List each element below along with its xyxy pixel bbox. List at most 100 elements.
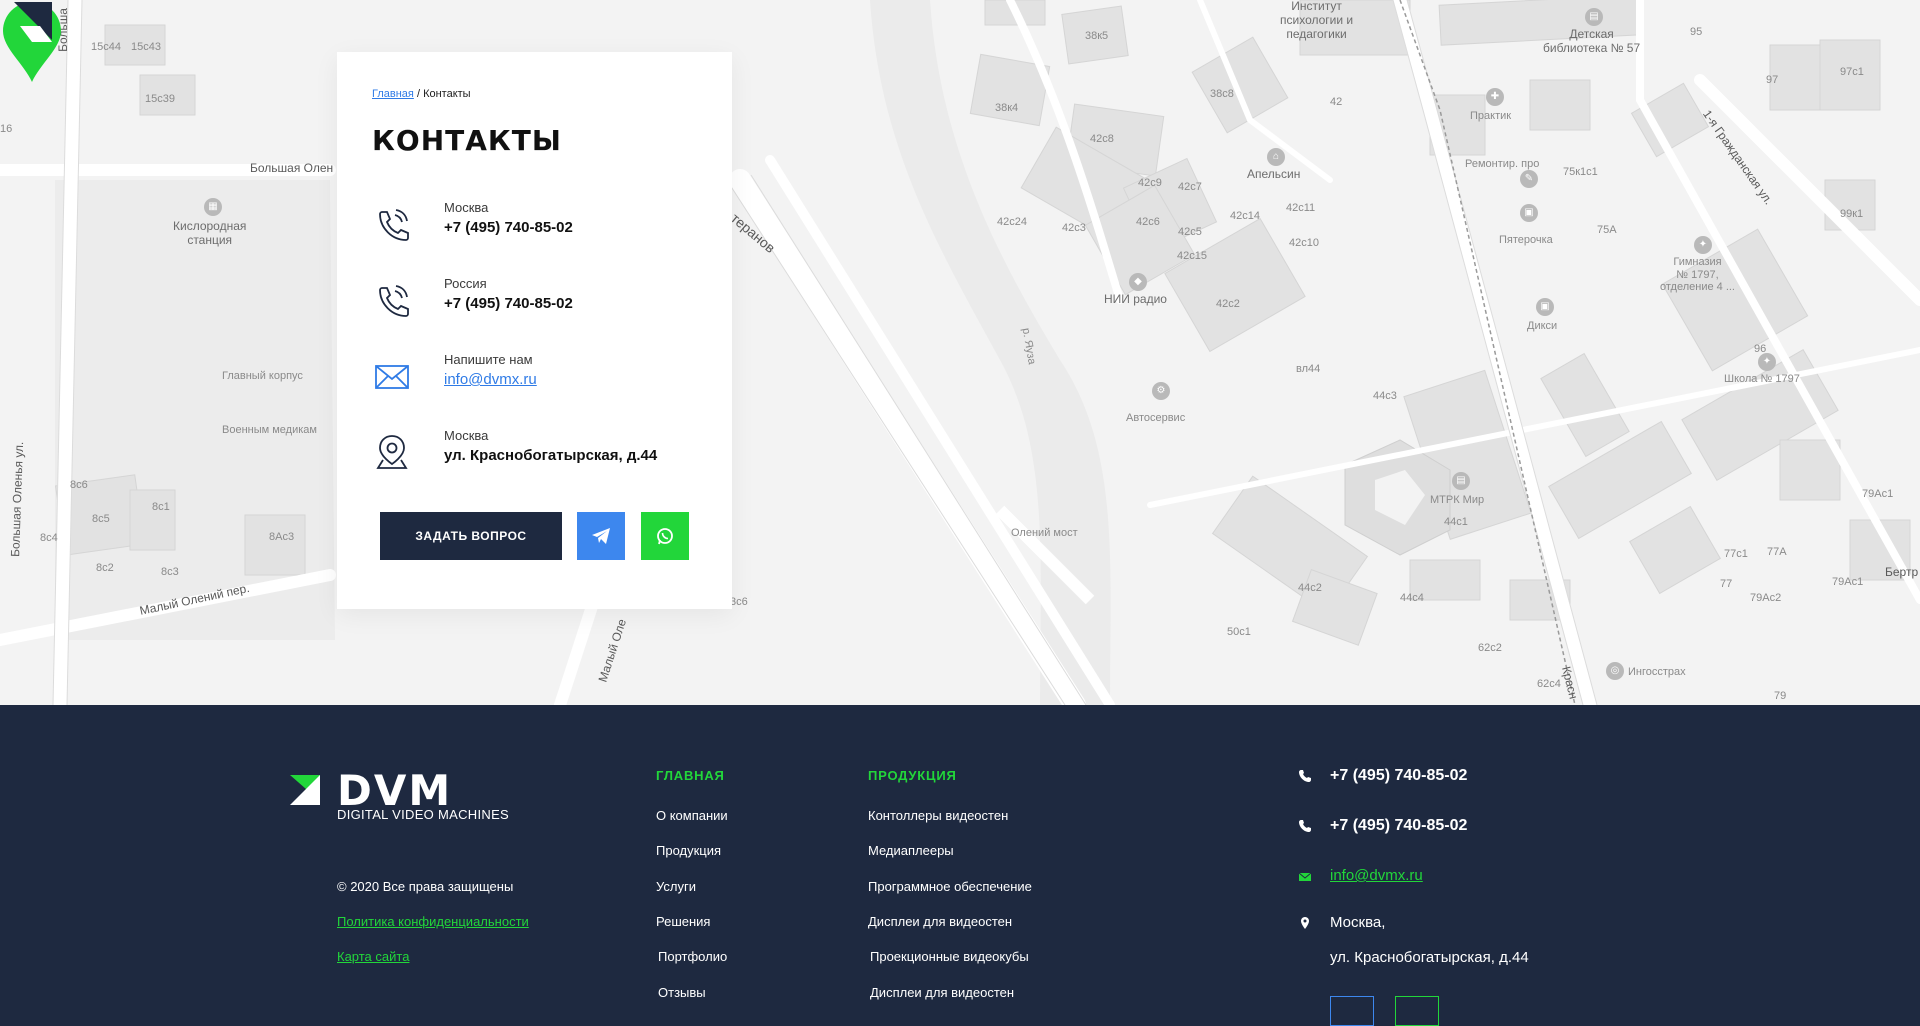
house-number: 42с10 xyxy=(1289,237,1319,249)
footer-link-mediaplayers[interactable]: Медиаплееры xyxy=(868,843,954,858)
telegram-icon xyxy=(592,528,610,544)
ask-question-button[interactable]: ЗАДАТЬ ВОПРОС xyxy=(380,512,562,560)
breadcrumb-home-link[interactable]: Главная xyxy=(372,88,414,100)
basket-icon[interactable]: ▣ xyxy=(1536,298,1554,316)
map-label-olenij-most: Олений мост xyxy=(1011,527,1078,539)
house-number: 42с6 xyxy=(1136,216,1160,228)
sitemap-link[interactable]: Карта сайта xyxy=(337,949,409,964)
house-number: 42с3 xyxy=(1062,222,1086,234)
contact-phone-value[interactable]: +7 (495) 740-85-02 xyxy=(444,295,573,312)
industry-icon[interactable]: ◆ xyxy=(1129,273,1147,291)
map-label-military: Военным медикам xyxy=(222,424,317,436)
phone-icon xyxy=(379,285,409,317)
whatsapp-button[interactable] xyxy=(641,512,689,560)
footer-email-link[interactable]: info@dvmx.ru xyxy=(1330,867,1423,884)
house-number: 75А xyxy=(1597,224,1617,236)
house-number: 96 xyxy=(1754,343,1767,355)
house-number: 42с15 xyxy=(1177,250,1207,262)
footer-telegram-button[interactable] xyxy=(1330,996,1374,1026)
map[interactable]: Институт психологии и педагогики Детская… xyxy=(0,0,1920,705)
map-label-autoservice: Автосервис xyxy=(1126,412,1186,424)
car-service-icon[interactable]: ⚙ xyxy=(1152,382,1170,400)
footer-link-displays-2[interactable]: Дисплеи для видеостен xyxy=(870,985,1014,1000)
footer-link-services[interactable]: Услуги xyxy=(656,879,696,894)
phone-icon xyxy=(1299,770,1311,782)
mail-icon xyxy=(1298,872,1312,881)
house-number: вл44 xyxy=(1296,363,1321,375)
library-icon[interactable]: ▤ xyxy=(1585,8,1603,26)
house-number: 79Ас2 xyxy=(1750,592,1782,604)
repair-icon[interactable]: ✎ xyxy=(1520,170,1538,188)
house-number: 3с6 xyxy=(730,596,748,608)
house-number: 42с2 xyxy=(1216,298,1240,310)
house-number: 79 xyxy=(1774,690,1787,702)
privacy-policy-link[interactable]: Политика конфиденциальности xyxy=(337,914,529,929)
footer-phone-value[interactable]: +7 (495) 740-85-02 xyxy=(1330,817,1467,835)
house-number: 8с1 xyxy=(152,501,170,513)
house-number: 8с2 xyxy=(96,562,114,574)
phone-icon xyxy=(1299,820,1311,832)
footer-link-displays[interactable]: Дисплеи для видеостен xyxy=(868,914,1012,929)
footer-link-solutions[interactable]: Решения xyxy=(656,914,710,929)
contact-phone-russia[interactable]: Россия +7 (495) 740-85-02 xyxy=(372,276,712,326)
footer-link-cubes[interactable]: Проекционные видеокубы xyxy=(870,949,1029,964)
house-number: 77с1 xyxy=(1724,548,1748,560)
house-number: 44с3 xyxy=(1373,390,1397,402)
footer-link-portfolio[interactable]: Портфолио xyxy=(658,949,727,964)
footer-link-about[interactable]: О компании xyxy=(656,808,728,823)
contact-label: Москва xyxy=(444,200,489,215)
map-label-gymnasium: Гимназия № 1797, отделение 4 ... xyxy=(1660,256,1735,294)
shop-icon[interactable]: ▣ xyxy=(1520,204,1538,222)
map-label-institute: Институт психологии и педагогики xyxy=(1280,0,1354,41)
house-number: 97с1 xyxy=(1840,66,1864,78)
footer-col-main-title[interactable]: ГЛАВНАЯ xyxy=(656,768,725,783)
footer-link-software[interactable]: Программное обеспечение xyxy=(868,879,1032,894)
contact-phone-moscow[interactable]: Москва +7 (495) 740-85-02 xyxy=(372,200,712,250)
map-label-repair: Ремонтир. про xyxy=(1465,158,1540,170)
street-bertr: Бертр xyxy=(1885,565,1919,579)
mall-icon[interactable]: ▤ xyxy=(1452,472,1470,490)
school-icon[interactable]: ✦ xyxy=(1694,236,1712,254)
telegram-button[interactable] xyxy=(577,512,625,560)
house-number: 42с9 xyxy=(1138,177,1162,189)
house-number: 38к4 xyxy=(995,102,1019,114)
hotel-icon[interactable]: ⌂ xyxy=(1267,148,1285,166)
copyright: © 2020 Все права защищены xyxy=(337,879,514,894)
map-label-oxygen: Кислородная станция xyxy=(173,219,247,247)
house-number: 77 xyxy=(1720,578,1733,590)
factory-icon[interactable]: ▦ xyxy=(204,198,222,216)
mail-icon xyxy=(375,365,409,389)
footer: DVM DIGITAL VIDEO MACHINES © 2020 Все пр… xyxy=(0,705,1920,1026)
insurance-icon[interactable]: ◎ xyxy=(1606,662,1624,680)
house-number: 15с39 xyxy=(145,93,175,105)
house-number: 38с8 xyxy=(1210,88,1234,100)
house-number: 42с7 xyxy=(1178,181,1202,193)
logo-subtitle: DIGITAL VIDEO MACHINES xyxy=(337,807,510,822)
map-label-main-building: Главный корпус xyxy=(222,370,303,382)
company-location-marker-icon[interactable] xyxy=(0,0,64,84)
map-label-praktik: Практик xyxy=(1470,110,1512,122)
location-pin-icon xyxy=(376,435,408,469)
footer-link-products[interactable]: Продукция xyxy=(656,843,721,858)
house-number: 79Ас1 xyxy=(1862,488,1894,500)
house-number: 16 xyxy=(0,123,13,135)
footer-phone-value[interactable]: +7 (495) 740-85-02 xyxy=(1330,767,1467,785)
footer-col-products-title[interactable]: ПРОДУКЦИЯ xyxy=(868,768,957,783)
contact-address: Москва ул. Краснобогатырская, д.44 xyxy=(372,428,712,478)
school-icon-2[interactable]: ✦ xyxy=(1758,353,1776,371)
house-number: 42с24 xyxy=(997,216,1027,228)
contact-email-link[interactable]: info@dvmx.ru xyxy=(444,371,537,388)
footer-link-controllers[interactable]: Контоллеры видеостен xyxy=(868,808,1008,823)
contact-email[interactable]: Напишите нам info@dvmx.ru xyxy=(372,352,712,402)
dentist-icon[interactable]: ✚ xyxy=(1486,88,1504,106)
footer-whatsapp-button[interactable] xyxy=(1395,996,1439,1026)
street-b-olenya: Большая Олен xyxy=(250,161,334,175)
house-number: 8с4 xyxy=(40,532,58,544)
map-label-apelsin: Апельсин xyxy=(1247,167,1301,181)
contact-phone-value[interactable]: +7 (495) 740-85-02 xyxy=(444,219,573,236)
house-number: 50с1 xyxy=(1227,626,1251,638)
footer-link-reviews[interactable]: Отзывы xyxy=(658,985,706,1000)
map-label-dixy: Дикси xyxy=(1527,320,1558,332)
house-number: 99к1 xyxy=(1840,208,1864,220)
house-number: 62с2 xyxy=(1478,642,1502,654)
